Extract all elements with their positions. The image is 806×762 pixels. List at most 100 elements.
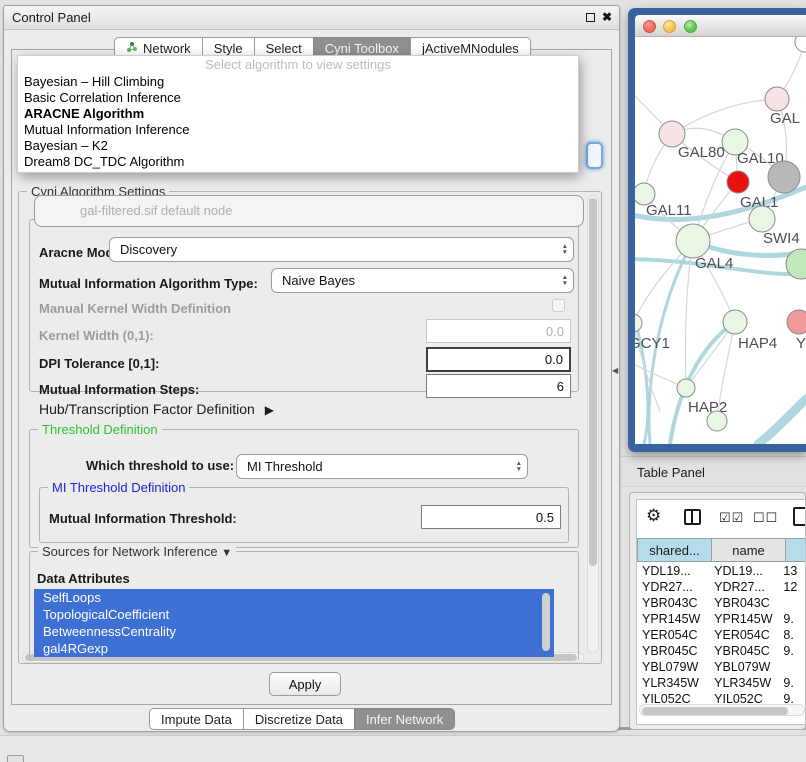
data-attribute-item[interactable]: BetweennessCentrality — [34, 623, 554, 640]
table-panel-title: Table Panel — [637, 465, 705, 480]
which-threshold-value: MI Threshold — [247, 459, 516, 474]
network-node[interactable] — [795, 37, 806, 52]
close-traffic-light[interactable] — [643, 20, 656, 33]
mi-steps-label: Mutual Information Steps: — [39, 382, 199, 397]
table-row[interactable]: YLR345WYLR345W9. — [637, 676, 806, 692]
bottom-tab-infer-network[interactable]: Infer Network — [354, 708, 455, 730]
restore-icon[interactable] — [586, 13, 595, 22]
splitter-collapse-icon[interactable]: ◀ — [612, 366, 618, 375]
minimize-traffic-light[interactable] — [663, 20, 676, 33]
network-node-label: HAP4 — [738, 335, 777, 352]
network-node-gal1[interactable] — [727, 171, 749, 193]
network-edge — [758, 399, 806, 444]
algorithm-dropdown-popup: Select algorithm to view settings Bayesi… — [17, 55, 579, 173]
select-all-checks-icon[interactable]: ☑☑ — [719, 510, 744, 526]
mi-steps-field[interactable]: 6 — [426, 374, 571, 398]
collapse-down-icon[interactable]: ▼ — [221, 547, 232, 559]
table-row[interactable]: YPR145WYPR145W9. — [637, 612, 806, 628]
network-canvas[interactable]: GALGAL80GAL10GAL1GAL11SWI4GAL4GCY1HAP4YH… — [635, 37, 806, 444]
network-node-gcy1[interactable] — [635, 314, 642, 332]
dpi-tolerance-field[interactable]: 0.0 — [426, 347, 571, 372]
control-panel-titlebar: Control Panel ✖ — [4, 6, 619, 30]
expand-right-icon[interactable]: ▶ — [265, 403, 274, 417]
mi-threshold-field[interactable]: 0.5 — [421, 505, 561, 529]
network-table-combo[interactable]: gal-filtered.sif default node — [34, 195, 584, 227]
table-panel-card: ⚙ ☑☑ ☐☐ shared... name YDL19...YDL19...1… — [629, 492, 806, 730]
which-threshold-select[interactable]: MI Threshold ▲▼ — [236, 454, 528, 479]
data-attribute-item[interactable]: TopologicalCoefficient — [34, 606, 554, 623]
table-row[interactable]: YBR045CYBR045C9. — [637, 644, 806, 660]
algorithm-option[interactable]: ARACNE Algorithm — [18, 106, 578, 122]
table-body: YDL19...YDL19...13YDR27...YDR27...12YBR0… — [637, 564, 806, 708]
screen: Control Panel ✖ NetworkStyleSelectCyni T… — [0, 0, 806, 762]
column-header-name[interactable]: name — [712, 538, 786, 562]
threshold-definition-title: Threshold Definition — [38, 422, 162, 437]
network-node[interactable] — [707, 411, 727, 431]
network-node-label: GAL4 — [695, 255, 733, 272]
algorithm-option[interactable]: Bayesian – K2 — [18, 138, 578, 154]
network-node-label: GAL — [770, 110, 800, 127]
table-row[interactable]: YDL19...YDL19...13 — [637, 564, 806, 580]
network-node[interactable] — [768, 161, 800, 193]
settings-vertical-scrollbar-thumb[interactable] — [589, 198, 597, 566]
mi-threshold-title: MI Threshold Definition — [48, 480, 189, 495]
data-attributes-list[interactable]: SelfLoopsTopologicalCoefficientBetweenne… — [34, 589, 554, 657]
network-table-combo-value: gal-filtered.sif default node — [80, 203, 232, 218]
manual-kernel-checkbox[interactable] — [552, 299, 565, 312]
network-node-hap4[interactable] — [723, 310, 747, 334]
kernel-width-field[interactable]: 0.0 — [426, 319, 571, 343]
export-table-icon[interactable] — [793, 507, 806, 526]
table-row[interactable]: YDR27...YDR27...12 — [637, 580, 806, 596]
algorithm-option[interactable]: Bayesian – Hill Climbing — [18, 74, 578, 90]
apply-button[interactable]: Apply — [269, 672, 341, 696]
columns-icon[interactable] — [684, 509, 701, 525]
column-header-shared-name[interactable]: shared... — [637, 538, 712, 562]
bottom-tab-impute-data[interactable]: Impute Data — [149, 708, 244, 730]
network-node-label: GAL11 — [646, 202, 692, 219]
bottom-strip — [0, 735, 806, 762]
attributes-scrollbar-thumb[interactable] — [542, 593, 550, 651]
zoom-traffic-light[interactable] — [684, 20, 697, 33]
network-node-label: Y — [796, 335, 806, 352]
network-node-gal4[interactable] — [676, 224, 710, 258]
network-node-label: SWI4 — [763, 230, 800, 247]
window-title: Control Panel — [12, 10, 91, 25]
algorithm-option[interactable]: Dream8 DC_TDC Algorithm — [18, 154, 578, 170]
network-node-gal[interactable] — [765, 87, 789, 111]
mi-type-value: Naive Bayes — [282, 273, 562, 288]
table-row[interactable]: YBR043CYBR043C — [637, 596, 806, 612]
cyni-bottom-tabs: Impute DataDiscretize DataInfer Network — [149, 708, 455, 730]
mi-type-select[interactable]: Naive Bayes ▲▼ — [271, 268, 574, 293]
unselect-all-checks-icon[interactable]: ☐☐ — [753, 510, 778, 526]
kernel-width-label: Kernel Width (0,1): — [39, 328, 154, 343]
algorithm-option[interactable]: Basic Correlation Inference — [18, 90, 578, 106]
network-tab-icon — [126, 41, 138, 56]
algorithm-combo-button[interactable] — [586, 142, 603, 169]
aracne-mode-select[interactable]: Discovery ▲▼ — [109, 237, 574, 262]
collapsed-panel-icon[interactable] — [7, 755, 24, 762]
mi-threshold-label: Mutual Information Threshold: — [49, 511, 237, 526]
table-row[interactable]: YER054CYER054C8. — [637, 628, 806, 644]
network-node-hap2[interactable] — [677, 379, 695, 397]
bottom-tab-discretize-data[interactable]: Discretize Data — [243, 708, 355, 730]
settings-vertical-scrollbar[interactable] — [587, 195, 599, 653]
network-view-window: GALGAL80GAL10GAL1GAL11SWI4GAL4GCY1HAP4YH… — [628, 8, 806, 452]
table-row[interactable]: YBL079WYBL079W — [637, 660, 806, 676]
network-node-swi4[interactable] — [749, 206, 775, 232]
hub-definition-toggle[interactable]: Hub/Transcription Factor Definition ▶ — [39, 401, 274, 417]
algorithm-option[interactable]: Mutual Information Inference — [18, 122, 578, 138]
network-node-y[interactable] — [787, 310, 806, 334]
table-horizontal-scrollbar-thumb[interactable] — [642, 707, 788, 715]
gear-icon[interactable]: ⚙ — [646, 506, 661, 526]
aracne-mode-value: Discovery — [120, 242, 562, 257]
manual-kernel-label: Manual Kernel Width Definition — [39, 301, 231, 316]
data-attribute-item[interactable]: gal4RGexp — [34, 640, 554, 657]
column-header-clipped[interactable] — [786, 538, 806, 562]
close-icon[interactable]: ✖ — [602, 10, 612, 24]
sources-title: Sources for Network Inference ▼ — [38, 544, 236, 559]
table-horizontal-scrollbar[interactable] — [639, 704, 805, 716]
network-node-label: GCY1 — [635, 335, 670, 352]
data-attribute-item[interactable]: SelfLoops — [34, 589, 554, 606]
table-panel-titlebar: Table Panel — [621, 456, 806, 487]
data-attributes-label: Data Attributes — [37, 571, 130, 586]
